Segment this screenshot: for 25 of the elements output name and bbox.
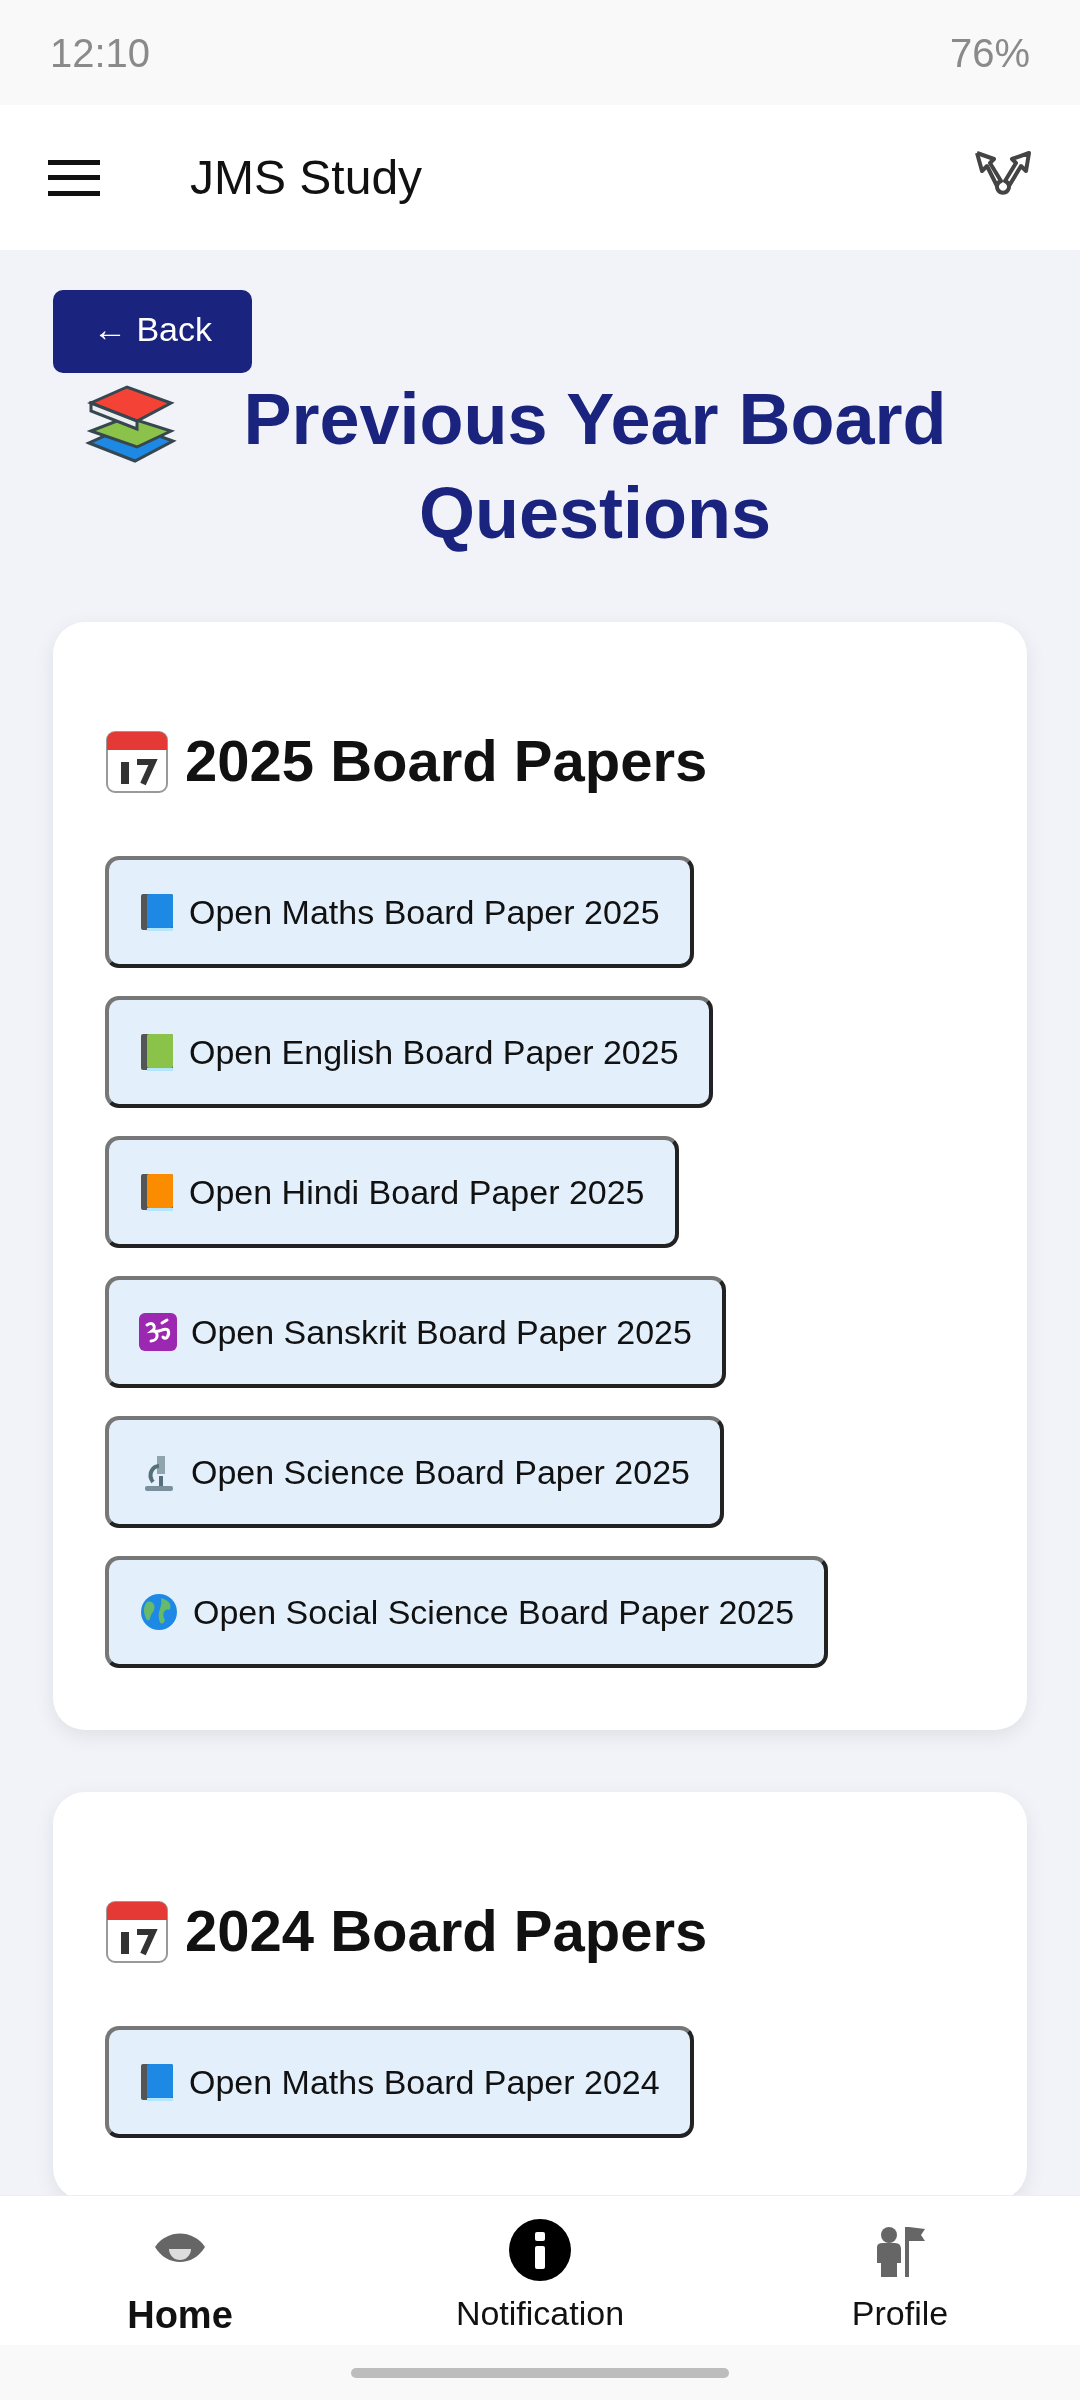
book-icon [139,1172,175,1213]
book-icon [139,1032,175,1073]
paper-button[interactable]: Open English Board Paper 2025 [105,996,713,1109]
page-title: Previous Year Board Questions [242,378,948,555]
book-icon [139,2062,175,2103]
section-title: 2025 Board Papers [185,727,708,796]
paper-button[interactable]: Open Science Board Paper 2025 [105,1416,724,1529]
paper-button[interactable]: Open Sanskrit Board Paper 2025 [105,1276,726,1389]
status-time: 12:10 [50,29,151,77]
symbol-icon [139,1313,177,1352]
nav-tab[interactable]: Notification [360,2196,720,2345]
paper-button[interactable]: Open Maths Board Paper 2025 [105,856,694,969]
paper-button[interactable]: Open Social Science Board Paper 2025 [105,1556,829,1669]
nav-tab[interactable]: Home [0,2196,360,2345]
paper-button[interactable]: Open Hindi Board Paper 2025 [105,1136,679,1249]
paper-button[interactable]: Open Maths Board Paper 2024 [105,2026,694,2139]
globe-icon [139,1592,179,1633]
battery-level: 76% [949,29,1030,77]
book-icon [139,892,175,933]
menu-icon[interactable] [48,159,100,196]
section-title: 2024 Board Papers [185,1897,708,1966]
info-icon [508,2218,572,2282]
nav-tab[interactable]: Profile [720,2196,1080,2345]
back-button[interactable]: ← Back [53,290,253,373]
app-title: JMS Study [190,149,423,206]
